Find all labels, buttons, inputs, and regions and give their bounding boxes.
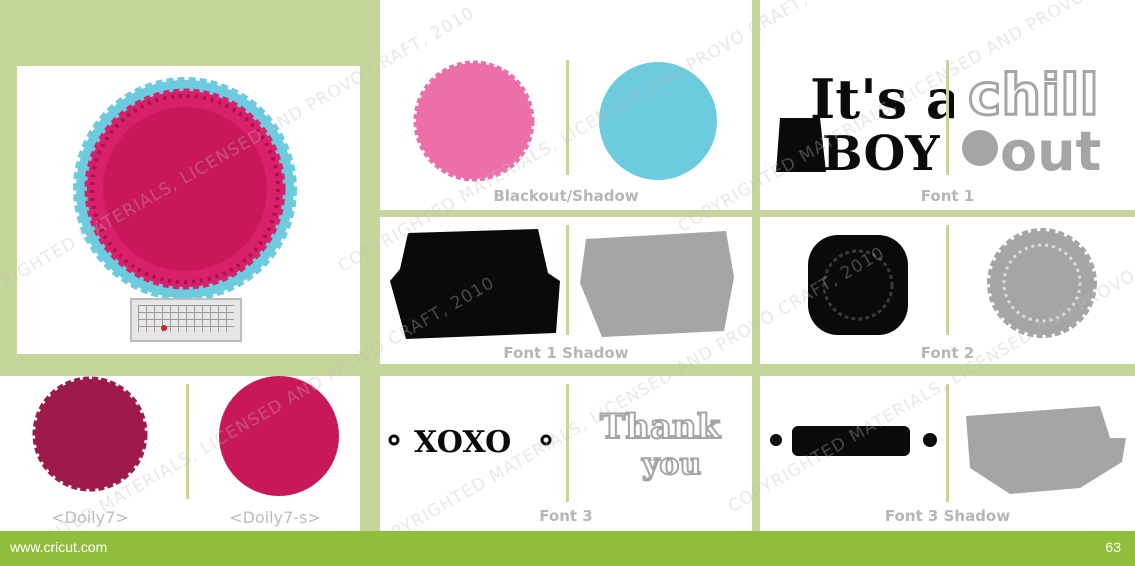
you-text: you [641,447,701,482]
out-text: out [1000,120,1101,178]
thank-you-art: Thank you [599,406,723,483]
blackout-shadow-panel: Blackout/Shadow [380,0,752,210]
doily7-caption: <Doily7> [51,508,129,527]
its-a-text: It's a [810,67,954,131]
font2-panel: Font 2 [760,217,1135,364]
footer-bar: www.cricut.com 63 [0,531,1135,566]
boy-text: BOY [822,126,940,180]
thank-text: Thank [600,407,722,447]
panel-divider [566,384,569,502]
doily7-s-caption: <Doily7-s> [229,508,321,527]
blackout-shadow-caption: Blackout/Shadow [493,187,639,205]
chill-text: chill [968,63,1099,128]
thank-you-gray-shadow-art [966,406,1126,494]
xoxo-art: XOXO [388,425,552,460]
panel-divider [946,225,949,335]
font3-panel: XOXO Thank you Font 3 [380,376,752,531]
panel-divider [566,60,569,175]
gray-scalloped-doily [987,228,1097,338]
main-preview-panel [17,66,360,354]
panel-divider [946,60,949,175]
panel-divider [186,384,189,499]
font1-shadow-caption: Font 1 Shadow [503,344,629,362]
panel-divider [946,384,949,502]
font1-panel: It's a BOY chill out Font 1 [760,0,1135,210]
page-number: 63 [1105,539,1121,555]
font1-caption: Font 1 [920,187,975,205]
font3-caption: Font 3 [539,507,593,525]
cricut-keypad-icon [130,298,242,342]
xoxo-text: XOXO [414,425,511,460]
font3-shadow-panel: Font 3 Shadow [760,376,1135,531]
xoxo-black-shadow-art [770,426,937,456]
chill-out-art: chill out [962,62,1101,178]
burgundy-scalloped-doily [32,376,148,492]
font3-shadow-caption: Font 3 Shadow [884,507,1011,525]
panel-divider [566,225,569,335]
font1-shadow-panel: Font 1 Shadow [380,217,752,364]
magenta-circle [219,376,339,496]
black-lace-doily [808,235,908,335]
its-a-boy-art: It's a BOY [776,67,954,180]
footer-url[interactable]: www.cricut.com [10,539,107,555]
font1-black-shadow-art [390,229,560,339]
font1-gray-shadow-art [580,231,734,337]
font2-caption: Font 2 [920,344,975,362]
doily-panel: <Doily7> <Doily7-s> [0,376,360,531]
